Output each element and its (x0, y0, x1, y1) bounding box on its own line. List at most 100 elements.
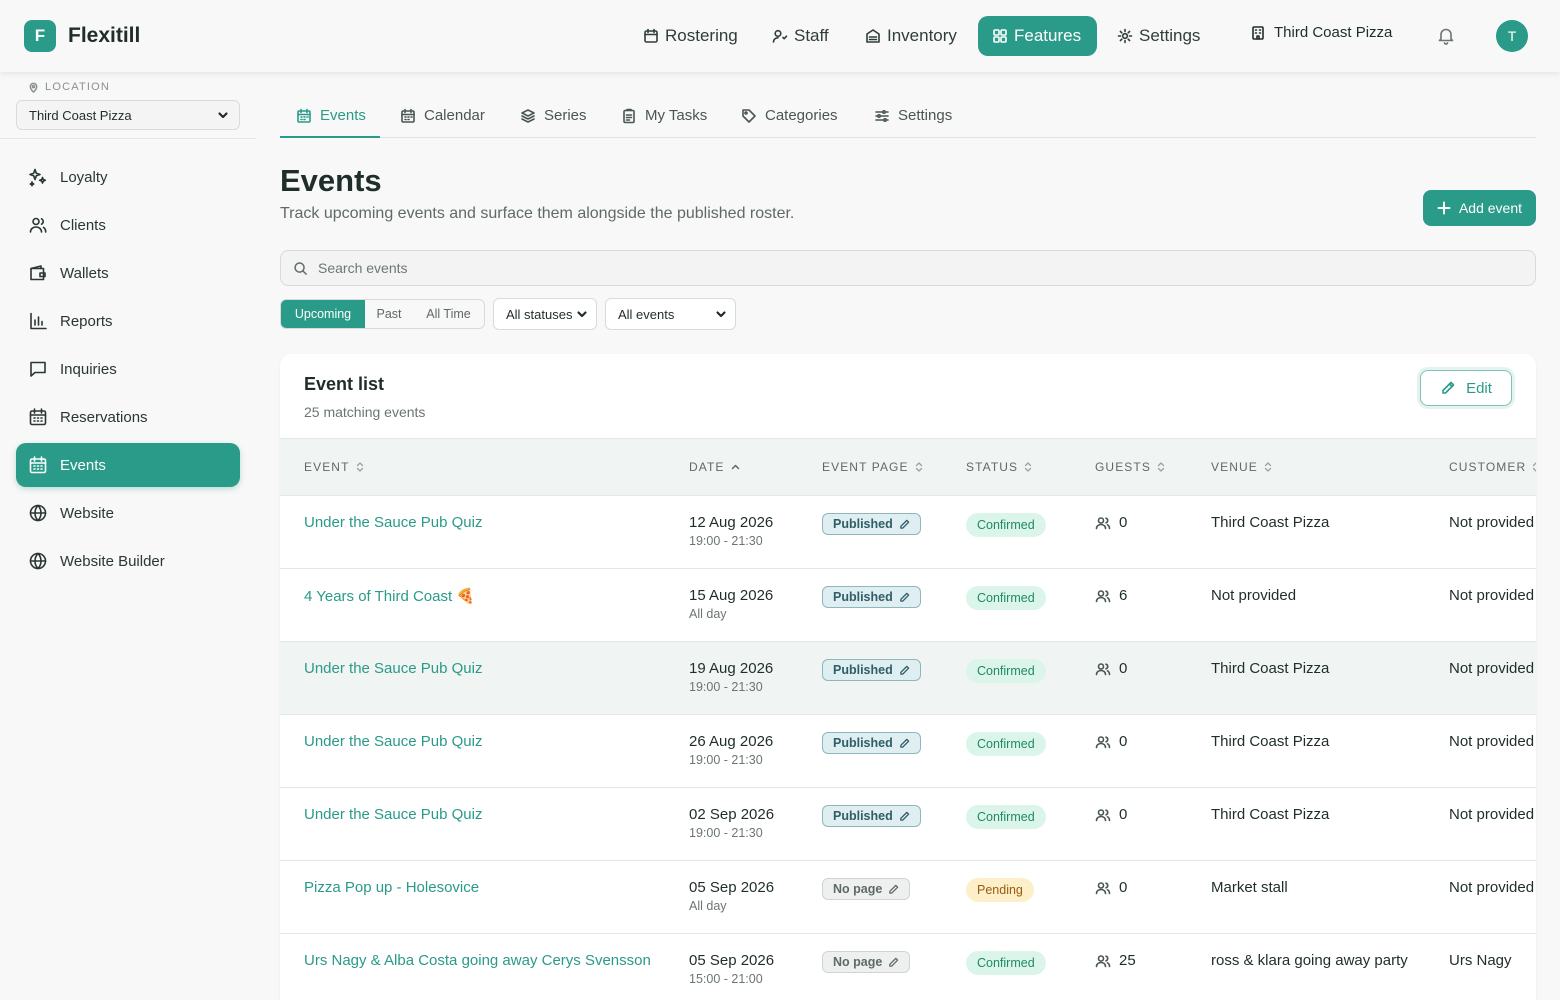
event-time: 19:00 - 21:30 (689, 680, 763, 694)
event-page-badge[interactable]: Published (822, 586, 921, 608)
status-filter-select[interactable]: All statuses (493, 298, 597, 330)
tab-my-tasks[interactable]: My Tasks (621, 96, 707, 138)
table-row[interactable]: Under the Sauce Pub Quiz 02 Sep 2026 19:… (280, 788, 1536, 861)
column-header-venue[interactable]: VENUE (1211, 460, 1272, 474)
app-name[interactable]: Flexitill (68, 24, 140, 48)
pin-icon (29, 82, 38, 93)
sidebar-item-label: Clients (60, 216, 106, 234)
topnav-rostering[interactable]: Rostering (629, 16, 752, 56)
sidebar-item-clients[interactable]: Clients (16, 203, 240, 247)
sidebar-item-reservations[interactable]: Reservations (16, 395, 240, 439)
sort-icon (356, 462, 363, 472)
event-type-select[interactable]: All events (605, 298, 736, 330)
location-switcher-label: Third Coast Pizza (1274, 24, 1393, 41)
tab-events[interactable]: Events (280, 96, 380, 138)
globe-icon (29, 504, 47, 522)
column-header-status[interactable]: STATUS (966, 460, 1032, 474)
event-name-link[interactable]: Under the Sauce Pub Quiz (304, 733, 482, 750)
topnav-settings[interactable]: Settings (1103, 16, 1214, 56)
column-header-event-page[interactable]: EVENT PAGE (822, 460, 923, 474)
event-date: 26 Aug 2026 (689, 733, 774, 750)
event-page-badge[interactable]: Published (822, 732, 921, 754)
guest-count: 0 (1095, 514, 1127, 531)
add-event-label: Add event (1458, 200, 1523, 216)
time-range-upcoming[interactable]: Upcoming (281, 300, 365, 328)
grid-icon (993, 29, 1007, 43)
event-page-label: Published (833, 663, 893, 677)
edit-button[interactable]: Edit (1420, 370, 1512, 406)
pencil-icon (899, 665, 910, 675)
tab-calendar[interactable]: Calendar (400, 96, 485, 138)
event-time: 19:00 - 21:30 (689, 753, 763, 767)
event-name-link[interactable]: Urs Nagy & Alba Costa going away Cerys S… (304, 952, 651, 969)
users-icon (1095, 954, 1111, 967)
table-row[interactable]: Under the Sauce Pub Quiz 26 Aug 2026 19:… (280, 715, 1536, 788)
table-row[interactable]: Urs Nagy & Alba Costa going away Cerys S… (280, 934, 1536, 1000)
topnav-inventory[interactable]: Inventory (851, 16, 971, 56)
sidebar-item-loyalty[interactable]: Loyalty (16, 155, 240, 199)
sidebar-item-website-builder[interactable]: Website Builder (16, 539, 240, 583)
location-select[interactable]: Third Coast Pizza (16, 100, 240, 130)
topnav-label: Inventory (887, 26, 957, 45)
users-icon (1095, 735, 1111, 748)
table-row[interactable]: Under the Sauce Pub Quiz 19 Aug 2026 19:… (280, 642, 1536, 715)
event-name-link[interactable]: Pizza Pop up - Holesovice (304, 879, 479, 896)
customer: Not provided (1449, 806, 1535, 823)
column-header-customer[interactable]: CUSTOMER (1449, 460, 1536, 474)
plus-icon (1437, 201, 1451, 215)
column-header-label: CUSTOMER (1449, 460, 1527, 474)
table-row[interactable]: 4 Years of Third Coast 🍕 15 Aug 2026 All… (280, 569, 1536, 642)
event-page-badge[interactable]: Published (822, 659, 921, 681)
status-badge: Confirmed (966, 732, 1046, 756)
column-header-event[interactable]: EVENT (304, 460, 364, 474)
users-icon (1095, 589, 1111, 602)
topnav-features[interactable]: Features (978, 16, 1097, 56)
event-name-link[interactable]: 4 Years of Third Coast 🍕 (304, 587, 475, 605)
column-header-guests[interactable]: GUESTS (1095, 460, 1165, 474)
time-range-past[interactable]: Past (365, 300, 413, 328)
sidebar-item-events[interactable]: Events (16, 443, 240, 487)
location-switcher[interactable]: Third Coast Pizza (1250, 24, 1392, 41)
event-type-value: All events (618, 306, 675, 322)
event-time: All day (689, 607, 727, 621)
event-page-badge[interactable]: Published (822, 805, 921, 827)
topnav-label: Settings (1139, 26, 1201, 45)
top-bar: F Flexitill Rostering Staff Inventory Fe… (0, 0, 1560, 72)
chevron-down-icon (577, 311, 587, 318)
sidebar-item-website[interactable]: Website (16, 491, 240, 535)
column-header-date[interactable]: DATE (689, 460, 740, 474)
bell-icon[interactable] (1436, 26, 1456, 46)
search-input[interactable] (318, 260, 1498, 276)
tab-categories[interactable]: Categories (741, 96, 838, 138)
add-event-button[interactable]: Add event (1423, 190, 1536, 226)
sidebar-item-label: Events (60, 456, 106, 474)
time-range-all-time[interactable]: All Time (413, 300, 484, 328)
pencil-icon (889, 884, 899, 894)
event-name-link[interactable]: Under the Sauce Pub Quiz (304, 660, 482, 677)
event-page-badge[interactable]: No page (822, 878, 911, 900)
event-page-badge[interactable]: No page (822, 951, 911, 973)
tab-label: Events (320, 107, 366, 124)
pencil-icon (899, 811, 910, 821)
sidebar-item-wallets[interactable]: Wallets (16, 251, 240, 295)
tab-settings[interactable]: Settings (874, 96, 952, 138)
avatar[interactable]: T (1496, 20, 1528, 52)
tab-series[interactable]: Series (520, 96, 587, 138)
calendar-icon (401, 108, 415, 123)
calendar-icon (297, 108, 311, 123)
sidebar-item-label: Wallets (60, 264, 109, 282)
event-name-link[interactable]: Under the Sauce Pub Quiz (304, 806, 482, 823)
topnav-staff[interactable]: Staff (758, 16, 843, 56)
sidebar-item-inquiries[interactable]: Inquiries (16, 347, 240, 391)
app-logo[interactable]: F (24, 20, 56, 52)
guest-count: 25 (1095, 952, 1136, 969)
sort-icon (1533, 462, 1536, 472)
event-page-badge[interactable]: Published (822, 513, 921, 535)
table-row[interactable]: Under the Sauce Pub Quiz 12 Aug 2026 19:… (280, 496, 1536, 569)
venue: Third Coast Pizza (1211, 806, 1330, 823)
sidebar-item-reports[interactable]: Reports (16, 299, 240, 343)
status-badge: Confirmed (966, 659, 1046, 683)
table-row[interactable]: Pizza Pop up - Holesovice 05 Sep 2026 Al… (280, 861, 1536, 934)
event-name-link[interactable]: Under the Sauce Pub Quiz (304, 514, 482, 531)
feature-tabs: Events Calendar Series My Tasks Categori… (280, 96, 1536, 138)
